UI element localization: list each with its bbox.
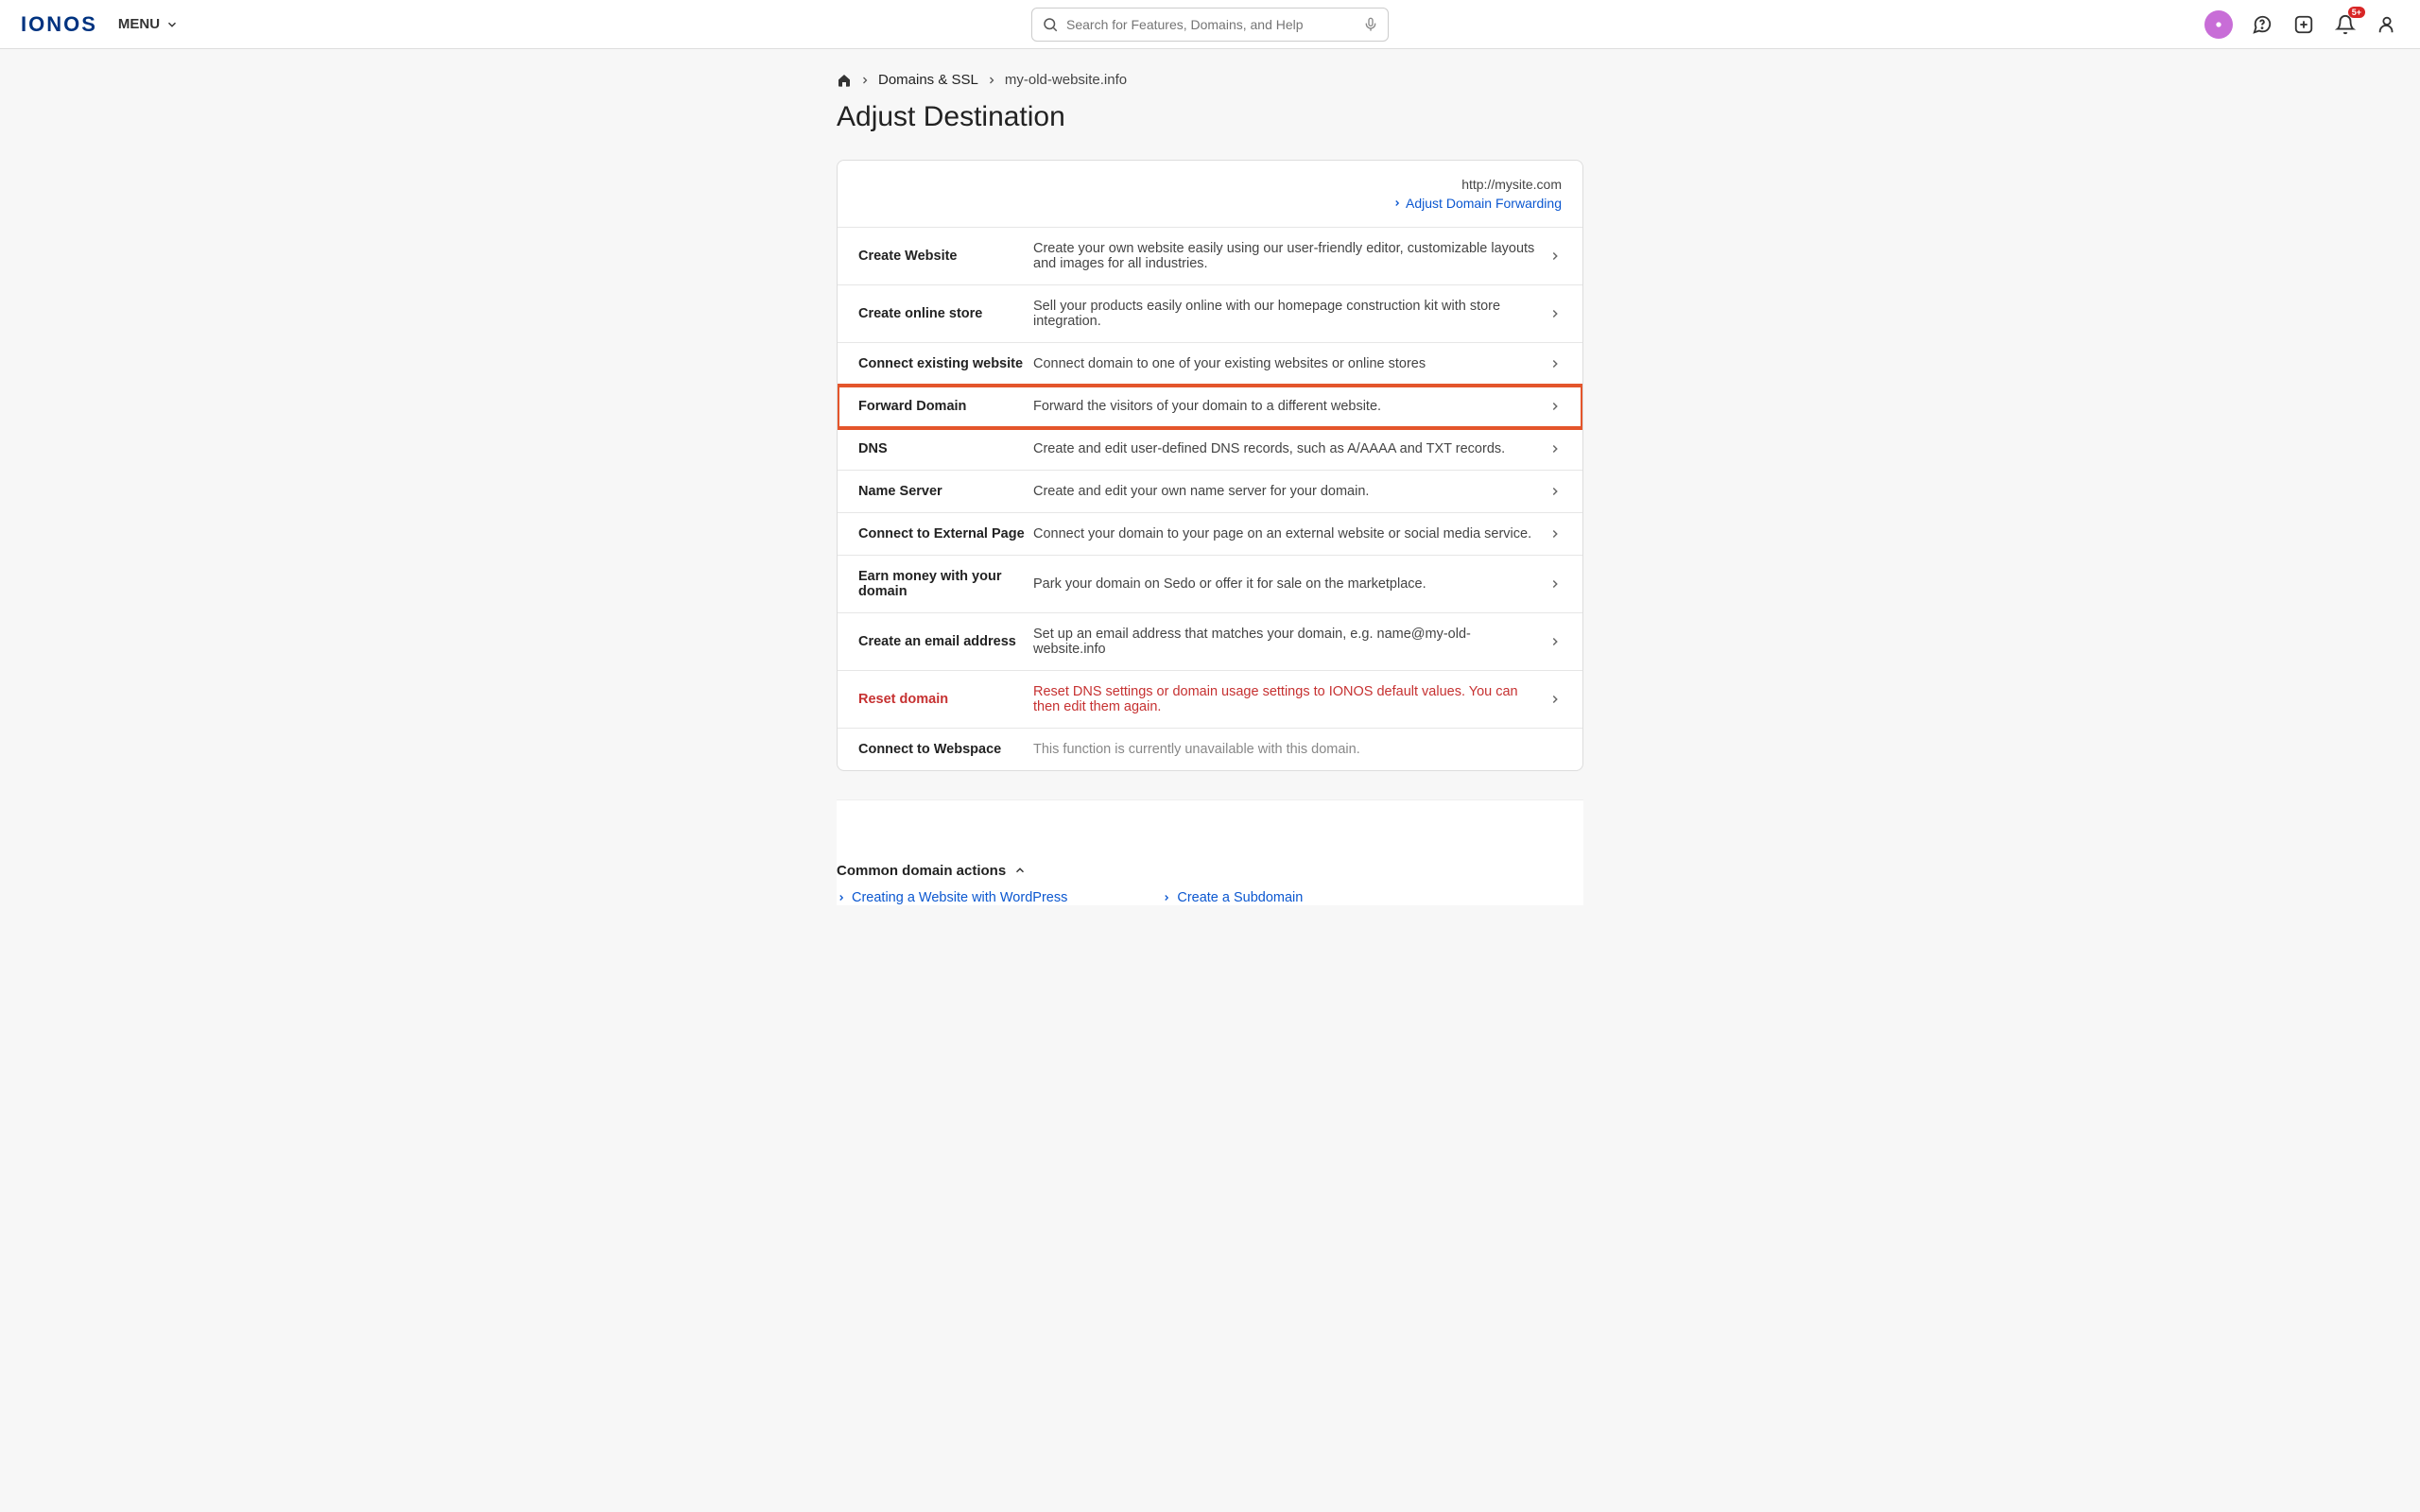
card-header: http://mysite.com Adjust Domain Forwardi… <box>838 161 1582 228</box>
common-actions-section: Common domain actions Creating a Website… <box>837 799 1583 905</box>
adjust-forwarding-link[interactable]: Adjust Domain Forwarding <box>1392 195 1562 214</box>
row-title: Earn money with your domain <box>858 569 1033 599</box>
common-links: Creating a Website with WordPress Create… <box>837 890 1583 905</box>
row-title: Create an email address <box>858 634 1033 649</box>
row-title: Forward Domain <box>858 399 1033 414</box>
page-title: Adjust Destination <box>837 101 1583 133</box>
row-dns[interactable]: DNS Create and edit user-defined DNS rec… <box>838 428 1582 471</box>
row-title: Name Server <box>858 484 1033 499</box>
chevron-right-icon <box>1548 307 1562 320</box>
chevron-right-icon <box>837 893 846 902</box>
row-title: Reset domain <box>858 692 1033 707</box>
search-container <box>1031 8 1389 42</box>
link-subdomain[interactable]: Create a Subdomain <box>1162 890 1303 905</box>
row-desc: Connect your domain to your page on an e… <box>1033 526 1537 541</box>
breadcrumb: Domains & SSL my-old-website.info <box>837 72 1583 88</box>
breadcrumb-domains[interactable]: Domains & SSL <box>878 72 978 88</box>
menu-label: MENU <box>118 16 160 32</box>
chevron-right-icon <box>1162 893 1171 902</box>
row-desc: Create your own website easily using our… <box>1033 241 1537 271</box>
chevron-right-icon <box>1548 693 1562 706</box>
row-desc: Reset DNS settings or domain usage setti… <box>1033 684 1537 714</box>
chevron-right-icon <box>1548 527 1562 541</box>
chevron-right-icon <box>1548 577 1562 591</box>
link-label: Create a Subdomain <box>1177 890 1303 905</box>
row-title: Create online store <box>858 306 1033 321</box>
breadcrumb-current: my-old-website.info <box>1005 72 1127 88</box>
row-create-store[interactable]: Create online store Sell your products e… <box>838 285 1582 343</box>
menu-button[interactable]: MENU <box>118 16 179 32</box>
row-title: DNS <box>858 441 1033 456</box>
row-external-page[interactable]: Connect to External Page Connect your do… <box>838 513 1582 556</box>
page-content: Domains & SSL my-old-website.info Adjust… <box>837 49 1583 962</box>
chevron-right-icon <box>1548 400 1562 413</box>
row-desc: Create and edit user-defined DNS records… <box>1033 441 1537 456</box>
row-desc: Create and edit your own name server for… <box>1033 484 1537 499</box>
link-label: Creating a Website with WordPress <box>852 890 1067 905</box>
row-title: Create Website <box>858 249 1033 264</box>
row-title: Connect to External Page <box>858 526 1033 541</box>
microphone-icon[interactable] <box>1363 17 1378 32</box>
destination-card: http://mysite.com Adjust Domain Forwardi… <box>837 160 1583 771</box>
link-wordpress[interactable]: Creating a Website with WordPress <box>837 890 1067 905</box>
chevron-right-icon <box>1548 485 1562 498</box>
current-forward-url: http://mysite.com <box>858 176 1562 195</box>
ionos-logo[interactable]: IONOS <box>21 12 97 37</box>
row-create-email[interactable]: Create an email address Set up an email … <box>838 613 1582 671</box>
header-icons: 5+ <box>2204 10 2399 39</box>
row-connect-existing[interactable]: Connect existing website Connect domain … <box>838 343 1582 386</box>
row-title: Connect to Webspace <box>858 742 1033 757</box>
profile-icon[interactable] <box>2375 12 2399 37</box>
row-title: Connect existing website <box>858 356 1033 371</box>
common-actions-toggle[interactable]: Common domain actions <box>837 863 1027 879</box>
ai-assistant-icon[interactable] <box>2204 10 2233 39</box>
chevron-down-icon <box>165 18 179 31</box>
adjust-forwarding-label: Adjust Domain Forwarding <box>1406 195 1562 214</box>
row-desc: Sell your products easily online with ou… <box>1033 299 1537 329</box>
chevron-right-icon <box>1548 249 1562 263</box>
chevron-right-icon <box>1392 198 1402 208</box>
search-box[interactable] <box>1031 8 1389 42</box>
row-forward-domain[interactable]: Forward Domain Forward the visitors of y… <box>838 386 1582 428</box>
search-icon <box>1042 16 1059 33</box>
notifications-icon[interactable]: 5+ <box>2333 12 2358 37</box>
main-header: IONOS MENU 5+ <box>0 0 2420 49</box>
chevron-right-icon <box>1548 442 1562 455</box>
row-create-website[interactable]: Create Website Create your own website e… <box>838 228 1582 285</box>
chevron-right-icon <box>1548 635 1562 648</box>
home-icon[interactable] <box>837 73 852 88</box>
row-desc: This function is currently unavailable w… <box>1033 742 1562 757</box>
row-earn-money[interactable]: Earn money with your domain Park your do… <box>838 556 1582 613</box>
chevron-up-icon <box>1013 864 1027 877</box>
search-input[interactable] <box>1066 17 1363 32</box>
chevron-right-icon <box>1548 357 1562 370</box>
common-actions-label: Common domain actions <box>837 863 1006 879</box>
notification-badge: 5+ <box>2348 7 2365 18</box>
row-connect-webspace: Connect to Webspace This function is cur… <box>838 729 1582 770</box>
row-reset-domain[interactable]: Reset domain Reset DNS settings or domai… <box>838 671 1582 729</box>
row-desc: Connect domain to one of your existing w… <box>1033 356 1537 371</box>
help-icon[interactable] <box>2250 12 2274 37</box>
row-desc: Forward the visitors of your domain to a… <box>1033 399 1537 414</box>
add-icon[interactable] <box>2291 12 2316 37</box>
row-desc: Set up an email address that matches you… <box>1033 627 1537 657</box>
row-name-server[interactable]: Name Server Create and edit your own nam… <box>838 471 1582 513</box>
chevron-right-icon <box>859 75 871 86</box>
chevron-right-icon <box>986 75 997 86</box>
row-desc: Park your domain on Sedo or offer it for… <box>1033 576 1537 592</box>
